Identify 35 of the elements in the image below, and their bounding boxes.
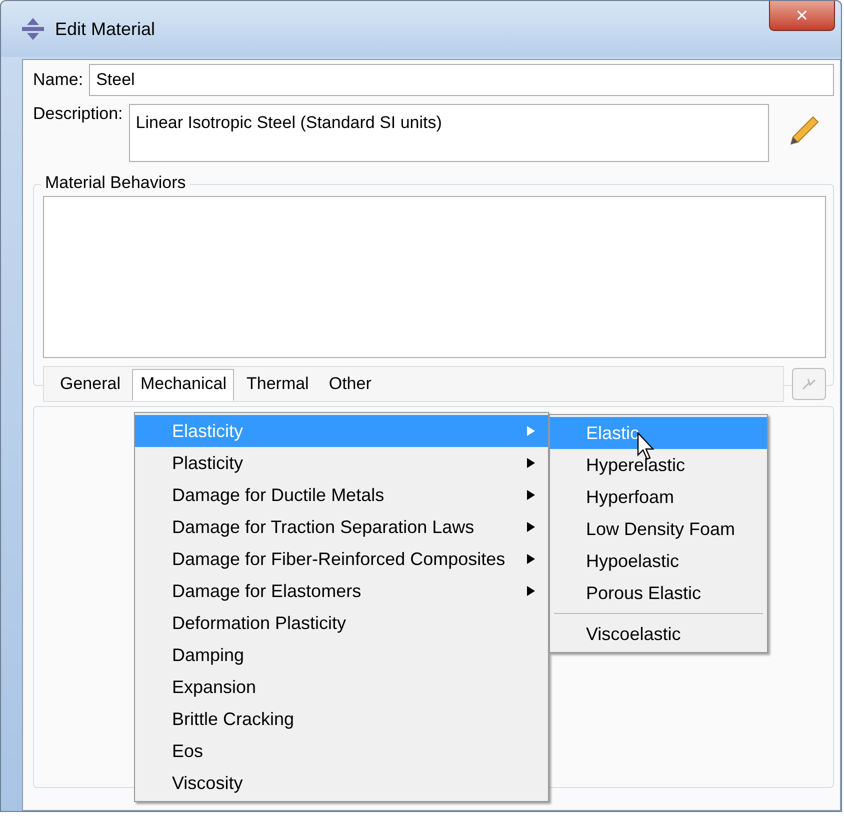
- submenu-arrow-icon: [526, 489, 536, 501]
- menu-item[interactable]: Viscosity: [135, 767, 548, 799]
- menu-item[interactable]: Damping: [135, 639, 548, 671]
- menu-item[interactable]: Damage for Fiber-Reinforced Composites: [135, 543, 548, 575]
- menu-item[interactable]: Damage for Ductile Metals: [135, 479, 548, 511]
- menu-tab[interactable]: Thermal: [238, 369, 317, 401]
- menu-tab[interactable]: Mechanical: [132, 369, 234, 401]
- submenu-arrow-icon: [526, 521, 536, 533]
- menu-item[interactable]: Expansion: [135, 671, 548, 703]
- menu-item[interactable]: Deformation Plasticity: [135, 607, 548, 639]
- menu-item[interactable]: Brittle Cracking: [135, 703, 548, 735]
- field-label: Name:: [33, 70, 84, 90]
- name-field[interactable]: Steel: [89, 64, 834, 96]
- menu-tab[interactable]: General: [52, 369, 128, 401]
- menu-item[interactable]: Hyperfoam: [550, 481, 767, 513]
- tool-button[interactable]: [792, 368, 826, 400]
- behaviors-list[interactable]: [43, 196, 826, 358]
- menu-item[interactable]: Eos: [135, 735, 548, 767]
- submenu-arrow-icon: [526, 425, 536, 437]
- menu-item[interactable]: Porous Elastic: [550, 577, 767, 609]
- field-label: Description:: [33, 104, 123, 124]
- submenu-arrow-icon: [526, 553, 536, 565]
- menu-tab[interactable]: Other: [320, 369, 380, 401]
- submenu-arrow-icon: [526, 585, 536, 597]
- menu-item[interactable]: Hypoelastic: [550, 545, 767, 577]
- menu-item[interactable]: Plasticity: [135, 447, 548, 479]
- window-title: Edit Material: [55, 18, 156, 40]
- menu-item[interactable]: Low Density Foam: [550, 513, 767, 545]
- menu-item[interactable]: Damage for Traction Separation Laws: [135, 511, 548, 543]
- app-icon: [21, 17, 45, 41]
- description-field[interactable]: Linear Isotropic Steel (Standard SI units): [128, 104, 769, 162]
- menu-item[interactable]: Viscoelastic: [550, 618, 767, 650]
- menu-item[interactable]: Damage for Elastomers: [135, 575, 548, 607]
- submenu-arrow-icon: [526, 457, 536, 469]
- menu-item[interactable]: Hyperelastic: [550, 449, 767, 481]
